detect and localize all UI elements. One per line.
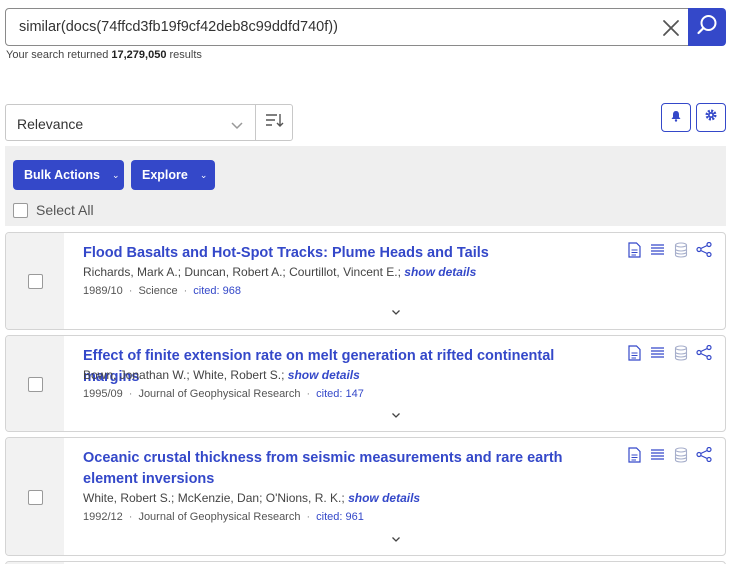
alert-button[interactable] [661, 103, 691, 132]
result-date: 1995/09 [83, 388, 123, 400]
database-icon[interactable] [672, 344, 689, 361]
list-icon[interactable] [649, 241, 666, 258]
result-actions [626, 446, 712, 463]
result-checkbox[interactable] [28, 377, 43, 392]
actions-bar: Bulk Actions ⌄ Explore ⌄ Select All [5, 146, 726, 226]
database-icon[interactable] [672, 446, 689, 463]
result-card: Effect of finite extension rate on melt … [5, 335, 726, 432]
result-cited-link[interactable]: cited: 147 [316, 388, 364, 400]
chevron-down-icon: ⌄ [111, 169, 120, 180]
result-count: Your search returned 17,279,050 results [6, 49, 202, 61]
result-venue: Journal of Geophysical Research [138, 511, 301, 523]
expand-chevron-icon[interactable] [391, 308, 401, 319]
share-icon[interactable] [695, 344, 712, 361]
result-authors: White, Robert S.; McKenzie, Dan; O'Nions… [83, 491, 420, 505]
result-authors: Richards, Mark A.; Duncan, Robert A.; Co… [83, 265, 476, 279]
result-checkbox[interactable] [28, 274, 43, 289]
sort-descending-icon [264, 111, 284, 134]
show-details-link[interactable]: show details [348, 491, 420, 505]
result-card: Flood Basalts and Hot-Spot Tracks: Plume… [5, 232, 726, 330]
result-authors-text: Bown, Jonathan W.; White, Robert S.; [83, 368, 285, 382]
clear-search-icon[interactable] [660, 17, 682, 39]
list-icon[interactable] [649, 344, 666, 361]
result-venue: Science [138, 285, 178, 297]
gear-icon [704, 108, 718, 127]
expand-chevron-icon[interactable] [391, 535, 401, 546]
sort-direction-button[interactable] [255, 104, 293, 141]
settings-button[interactable] [696, 103, 726, 132]
chevron-down-icon: ⌄ [199, 169, 208, 180]
result-cited-link[interactable]: cited: 968 [193, 285, 241, 297]
database-icon[interactable] [672, 241, 689, 258]
bell-icon [670, 109, 682, 127]
result-authors: Bown, Jonathan W.; White, Robert S.; sho… [83, 368, 360, 382]
result-meta: 1992/12 · Journal of Geophysical Research ·… [83, 511, 364, 523]
select-all-label: Select All [36, 202, 94, 218]
result-authors-text: Richards, Mark A.; Duncan, Robert A.; Co… [83, 265, 401, 279]
search-query-text[interactable]: similar(docs(74ffcd3fb19f9cf42deb8c99ddf… [19, 19, 338, 35]
result-cited-link[interactable]: cited: 961 [316, 511, 364, 523]
document-icon[interactable] [626, 446, 643, 463]
sort-select[interactable]: Relevance [5, 104, 256, 141]
result-title[interactable]: Flood Basalts and Hot-Spot Tracks: Plume… [83, 243, 603, 264]
result-venue: Journal of Geophysical Research [138, 388, 301, 400]
select-all-checkbox[interactable] [13, 202, 28, 218]
expand-chevron-icon[interactable] [391, 411, 401, 422]
result-meta: 1989/10 · Science · cited: 968 [83, 285, 241, 297]
result-date: 1992/12 [83, 511, 123, 523]
result-count-number: 17,279,050 [111, 49, 167, 61]
bulk-actions-label: Bulk Actions [24, 168, 100, 182]
show-details-link[interactable]: show details [288, 368, 360, 382]
document-icon[interactable] [626, 344, 643, 361]
show-details-link[interactable]: show details [404, 265, 476, 279]
result-actions [626, 344, 712, 361]
result-actions [626, 241, 712, 258]
result-title[interactable]: Oceanic crustal thickness from seismic m… [83, 448, 603, 490]
result-authors-text: White, Robert S.; McKenzie, Dan; O'Nions… [83, 491, 345, 505]
search-bar: similar(docs(74ffcd3fb19f9cf42deb8c99ddf… [5, 8, 726, 46]
list-icon[interactable] [649, 446, 666, 463]
chevron-down-icon [230, 117, 244, 135]
result-date: 1989/10 [83, 285, 123, 297]
explore-label: Explore [142, 168, 188, 182]
select-all[interactable]: Select All [13, 202, 94, 218]
bulk-actions-button[interactable]: Bulk Actions ⌄ [13, 160, 124, 190]
sort-selected-label: Relevance [17, 116, 84, 132]
search-button[interactable] [688, 8, 726, 46]
search-input[interactable]: similar(docs(74ffcd3fb19f9cf42deb8c99ddf… [5, 8, 689, 46]
explore-button[interactable]: Explore ⌄ [131, 160, 215, 190]
result-meta: 1995/09 · Journal of Geophysical Research ·… [83, 388, 364, 400]
share-icon[interactable] [695, 446, 712, 463]
share-icon[interactable] [695, 241, 712, 258]
search-icon [695, 13, 719, 42]
result-card: Oceanic crustal thickness from seismic m… [5, 437, 726, 556]
document-icon[interactable] [626, 241, 643, 258]
result-count-prefix: Your search returned [6, 49, 109, 61]
result-checkbox[interactable] [28, 490, 43, 505]
result-count-suffix: results [169, 49, 202, 61]
